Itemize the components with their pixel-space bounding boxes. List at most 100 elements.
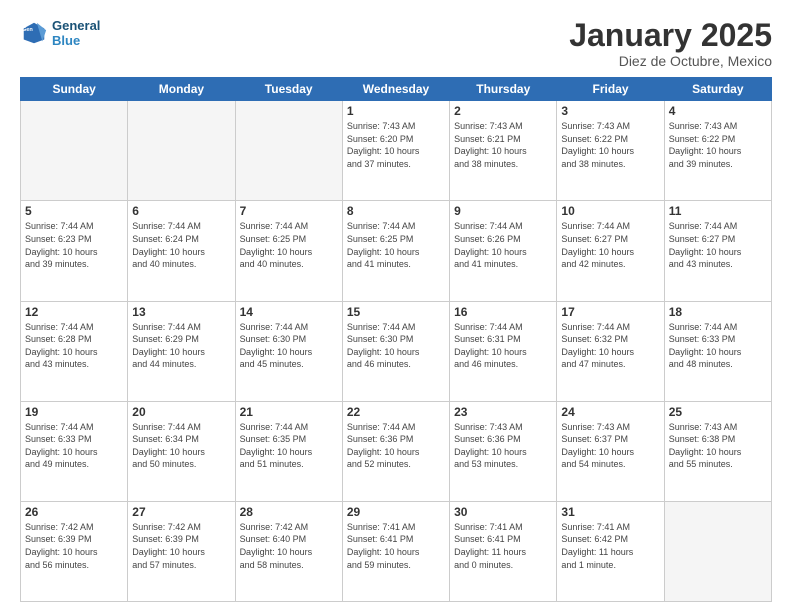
calendar-cell: 22Sunrise: 7:44 AM Sunset: 6:36 PM Dayli… bbox=[342, 401, 449, 501]
col-tuesday: Tuesday bbox=[235, 78, 342, 101]
day-info: Sunrise: 7:41 AM Sunset: 6:41 PM Dayligh… bbox=[454, 521, 552, 571]
day-number: 25 bbox=[669, 405, 767, 419]
day-number: 19 bbox=[25, 405, 123, 419]
day-number: 26 bbox=[25, 505, 123, 519]
day-info: Sunrise: 7:44 AM Sunset: 6:30 PM Dayligh… bbox=[347, 321, 445, 371]
col-thursday: Thursday bbox=[450, 78, 557, 101]
day-info: Sunrise: 7:43 AM Sunset: 6:38 PM Dayligh… bbox=[669, 421, 767, 471]
day-number: 20 bbox=[132, 405, 230, 419]
calendar-cell: 24 Sunrise: 7:43 AM Sunset: 6:37 PM Dayli… bbox=[557, 401, 664, 501]
svg-text:Gen: Gen bbox=[22, 27, 33, 33]
day-info: Sunrise: 7:44 AM Sunset: 6:34 PM Dayligh… bbox=[132, 421, 230, 471]
page: Gen General Blue January 2025 Diez de Oc… bbox=[0, 0, 792, 612]
col-monday: Monday bbox=[128, 78, 235, 101]
calendar-cell: 7 Sunrise: 7:44 AM Sunset: 6:25 PM Daylig… bbox=[235, 201, 342, 301]
calendar-cell: 16Sunrise: 7:44 AM Sunset: 6:31 PM Dayli… bbox=[450, 301, 557, 401]
calendar-cell: 26 Sunrise: 7:42 AM Sunset: 6:39 PM Dayli… bbox=[21, 501, 128, 601]
day-number: 24 bbox=[561, 405, 659, 419]
day-number: 4 bbox=[669, 104, 767, 118]
calendar-cell: 21Sunrise: 7:44 AM Sunset: 6:35 PM Dayli… bbox=[235, 401, 342, 501]
calendar-cell: 25 Sunrise: 7:43 AM Sunset: 6:38 PM Dayli… bbox=[664, 401, 771, 501]
calendar-cell: 12 Sunrise: 7:44 AM Sunset: 6:28 PM Dayli… bbox=[21, 301, 128, 401]
day-info: Sunrise: 7:44 AM Sunset: 6:26 PM Dayligh… bbox=[454, 220, 552, 270]
header-row: Sunday Monday Tuesday Wednesday Thursday… bbox=[21, 78, 772, 101]
calendar-cell: 13Sunrise: 7:44 AM Sunset: 6:29 PM Dayli… bbox=[128, 301, 235, 401]
day-info: Sunrise: 7:44 AM Sunset: 6:32 PM Dayligh… bbox=[561, 321, 659, 371]
day-info: Sunrise: 7:44 AM Sunset: 6:27 PM Dayligh… bbox=[669, 220, 767, 270]
day-info: Sunrise: 7:44 AM Sunset: 6:25 PM Dayligh… bbox=[240, 220, 338, 270]
calendar-cell: 5 Sunrise: 7:44 AM Sunset: 6:23 PM Daylig… bbox=[21, 201, 128, 301]
calendar-cell: 29Sunrise: 7:41 AM Sunset: 6:41 PM Dayli… bbox=[342, 501, 449, 601]
calendar-cell: 8Sunrise: 7:44 AM Sunset: 6:25 PM Daylig… bbox=[342, 201, 449, 301]
day-number: 14 bbox=[240, 305, 338, 319]
logo-text: General Blue bbox=[52, 18, 100, 48]
calendar-week-2: 5 Sunrise: 7:44 AM Sunset: 6:23 PM Daylig… bbox=[21, 201, 772, 301]
day-info: Sunrise: 7:43 AM Sunset: 6:20 PM Dayligh… bbox=[347, 120, 445, 170]
calendar-cell bbox=[235, 101, 342, 201]
calendar-cell: 31 Sunrise: 7:41 AM Sunset: 6:42 PM Dayli… bbox=[557, 501, 664, 601]
calendar-week-3: 12 Sunrise: 7:44 AM Sunset: 6:28 PM Dayli… bbox=[21, 301, 772, 401]
col-saturday: Saturday bbox=[664, 78, 771, 101]
day-info: Sunrise: 7:44 AM Sunset: 6:23 PM Dayligh… bbox=[25, 220, 123, 270]
day-number: 27 bbox=[132, 505, 230, 519]
day-info: Sunrise: 7:43 AM Sunset: 6:36 PM Dayligh… bbox=[454, 421, 552, 471]
day-info: Sunrise: 7:42 AM Sunset: 6:39 PM Dayligh… bbox=[25, 521, 123, 571]
day-number: 21 bbox=[240, 405, 338, 419]
day-number: 18 bbox=[669, 305, 767, 319]
calendar-cell: 15 Sunrise: 7:44 AM Sunset: 6:30 PM Dayli… bbox=[342, 301, 449, 401]
calendar-cell: 28 Sunrise: 7:42 AM Sunset: 6:40 PM Dayli… bbox=[235, 501, 342, 601]
day-info: Sunrise: 7:43 AM Sunset: 6:22 PM Dayligh… bbox=[669, 120, 767, 170]
day-info: Sunrise: 7:44 AM Sunset: 6:33 PM Dayligh… bbox=[669, 321, 767, 371]
day-number: 15 bbox=[347, 305, 445, 319]
day-info: Sunrise: 7:44 AM Sunset: 6:29 PM Dayligh… bbox=[132, 321, 230, 371]
calendar-week-1: 1 Sunrise: 7:43 AM Sunset: 6:20 PM Daylig… bbox=[21, 101, 772, 201]
day-number: 5 bbox=[25, 204, 123, 218]
calendar-cell: 10 Sunrise: 7:44 AM Sunset: 6:27 PM Dayli… bbox=[557, 201, 664, 301]
col-friday: Friday bbox=[557, 78, 664, 101]
calendar-cell bbox=[21, 101, 128, 201]
calendar-cell bbox=[128, 101, 235, 201]
day-number: 12 bbox=[25, 305, 123, 319]
day-number: 3 bbox=[561, 104, 659, 118]
calendar-week-4: 19 Sunrise: 7:44 AM Sunset: 6:33 PM Dayli… bbox=[21, 401, 772, 501]
day-number: 10 bbox=[561, 204, 659, 218]
header: Gen General Blue January 2025 Diez de Oc… bbox=[20, 18, 772, 69]
calendar-cell: 14Sunrise: 7:44 AM Sunset: 6:30 PM Dayli… bbox=[235, 301, 342, 401]
day-number: 30 bbox=[454, 505, 552, 519]
day-info: Sunrise: 7:44 AM Sunset: 6:31 PM Dayligh… bbox=[454, 321, 552, 371]
day-info: Sunrise: 7:43 AM Sunset: 6:37 PM Dayligh… bbox=[561, 421, 659, 471]
day-info: Sunrise: 7:44 AM Sunset: 6:33 PM Dayligh… bbox=[25, 421, 123, 471]
calendar-cell: 1 Sunrise: 7:43 AM Sunset: 6:20 PM Daylig… bbox=[342, 101, 449, 201]
calendar-cell: 23Sunrise: 7:43 AM Sunset: 6:36 PM Dayli… bbox=[450, 401, 557, 501]
day-number: 31 bbox=[561, 505, 659, 519]
day-number: 6 bbox=[132, 204, 230, 218]
day-number: 1 bbox=[347, 104, 445, 118]
day-info: Sunrise: 7:43 AM Sunset: 6:22 PM Dayligh… bbox=[561, 120, 659, 170]
title-block: January 2025 Diez de Octubre, Mexico bbox=[569, 18, 772, 69]
location-subtitle: Diez de Octubre, Mexico bbox=[569, 53, 772, 69]
day-number: 2 bbox=[454, 104, 552, 118]
calendar-cell: 20 Sunrise: 7:44 AM Sunset: 6:34 PM Dayli… bbox=[128, 401, 235, 501]
col-wednesday: Wednesday bbox=[342, 78, 449, 101]
day-number: 7 bbox=[240, 204, 338, 218]
calendar-table: Sunday Monday Tuesday Wednesday Thursday… bbox=[20, 77, 772, 602]
day-info: Sunrise: 7:44 AM Sunset: 6:28 PM Dayligh… bbox=[25, 321, 123, 371]
day-info: Sunrise: 7:42 AM Sunset: 6:40 PM Dayligh… bbox=[240, 521, 338, 571]
calendar-cell: 3 Sunrise: 7:43 AM Sunset: 6:22 PM Daylig… bbox=[557, 101, 664, 201]
day-info: Sunrise: 7:44 AM Sunset: 6:24 PM Dayligh… bbox=[132, 220, 230, 270]
calendar-cell: 9 Sunrise: 7:44 AM Sunset: 6:26 PM Daylig… bbox=[450, 201, 557, 301]
calendar-cell: 11 Sunrise: 7:44 AM Sunset: 6:27 PM Dayli… bbox=[664, 201, 771, 301]
calendar-cell: 18 Sunrise: 7:44 AM Sunset: 6:33 PM Dayli… bbox=[664, 301, 771, 401]
month-title: January 2025 bbox=[569, 18, 772, 53]
day-info: Sunrise: 7:44 AM Sunset: 6:36 PM Dayligh… bbox=[347, 421, 445, 471]
day-info: Sunrise: 7:44 AM Sunset: 6:25 PM Dayligh… bbox=[347, 220, 445, 270]
day-number: 11 bbox=[669, 204, 767, 218]
calendar-cell: 4 Sunrise: 7:43 AM Sunset: 6:22 PM Daylig… bbox=[664, 101, 771, 201]
day-info: Sunrise: 7:44 AM Sunset: 6:27 PM Dayligh… bbox=[561, 220, 659, 270]
calendar-cell: 17 Sunrise: 7:44 AM Sunset: 6:32 PM Dayli… bbox=[557, 301, 664, 401]
day-info: Sunrise: 7:41 AM Sunset: 6:41 PM Dayligh… bbox=[347, 521, 445, 571]
day-number: 28 bbox=[240, 505, 338, 519]
day-number: 17 bbox=[561, 305, 659, 319]
day-info: Sunrise: 7:41 AM Sunset: 6:42 PM Dayligh… bbox=[561, 521, 659, 571]
day-number: 9 bbox=[454, 204, 552, 218]
